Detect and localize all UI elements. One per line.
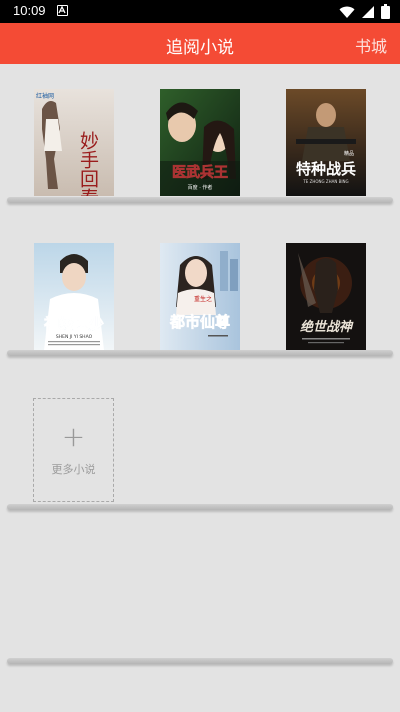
book-3-subtitle: TE ZHONG ZHAN BING [302, 179, 348, 184]
shelf-plank-4 [7, 658, 393, 664]
wifi-icon [339, 4, 355, 23]
book-cover-1[interactable]: 红袖网 妙手回春 [34, 89, 114, 196]
book-cover-3-art: 精品 特种战兵 TE ZHONG ZHAN BING [286, 89, 366, 196]
app-title: 追阅小说 [166, 38, 234, 58]
battery-icon [381, 4, 390, 23]
book-3-title: 特种战兵 [296, 160, 356, 178]
shelf-plank-3 [7, 504, 393, 510]
book-cover-5-art: 重生之 都市仙尊 [160, 243, 240, 350]
book-cover-4[interactable]: 神级医少 SHEN JI YI SHAO [34, 243, 114, 350]
app-bar: 追阅小说 书城 [0, 23, 400, 64]
book-4-title: 神级医少 [44, 315, 104, 333]
book-cover-4-art: 神级医少 SHEN JI YI SHAO [34, 243, 114, 350]
add-more-novels-button[interactable]: + 更多小说 [33, 398, 114, 502]
status-bar: 10:09 [0, 0, 400, 23]
bookshelf: 红袖网 妙手回春 医武兵王 百度 · 作者 精品 特种战兵 TE ZHONG Z [0, 64, 400, 712]
book-2-title: 医武兵王 [172, 164, 228, 181]
book-cover-5[interactable]: 重生之 都市仙尊 [160, 243, 240, 350]
book-cover-2[interactable]: 医武兵王 百度 · 作者 [160, 89, 240, 196]
signal-icon [361, 4, 375, 23]
book-4-subtitle: SHEN JI YI SHAO [56, 334, 93, 340]
book-5-tagline: 重生之 [194, 295, 212, 303]
book-3-badge: 精品 [344, 150, 354, 157]
book-cover-1-art: 红袖网 妙手回春 [34, 89, 114, 196]
book-1-publisher: 红袖网 [36, 92, 54, 100]
notification-a-icon [57, 5, 68, 16]
book-cover-2-art: 医武兵王 百度 · 作者 [160, 89, 240, 196]
book-cover-3[interactable]: 精品 特种战兵 TE ZHONG ZHAN BING [286, 89, 366, 196]
shelf-plank-1 [7, 197, 393, 203]
plus-icon: + [61, 420, 86, 453]
bookstore-button[interactable]: 书城 [355, 33, 387, 57]
book-2-subtitle: 百度 · 作者 [188, 184, 213, 191]
book-cover-6-art: 绝世战神 [286, 243, 366, 350]
book-1-title: 妙手回春 [77, 131, 99, 196]
status-time: 10:09 [13, 3, 46, 18]
book-5-title: 都市仙尊 [169, 313, 230, 331]
shelf-plank-2 [7, 350, 393, 356]
book-6-title: 绝世战神 [300, 319, 354, 335]
add-more-label: 更多小说 [51, 463, 96, 476]
book-cover-6[interactable]: 绝世战神 [286, 243, 366, 350]
